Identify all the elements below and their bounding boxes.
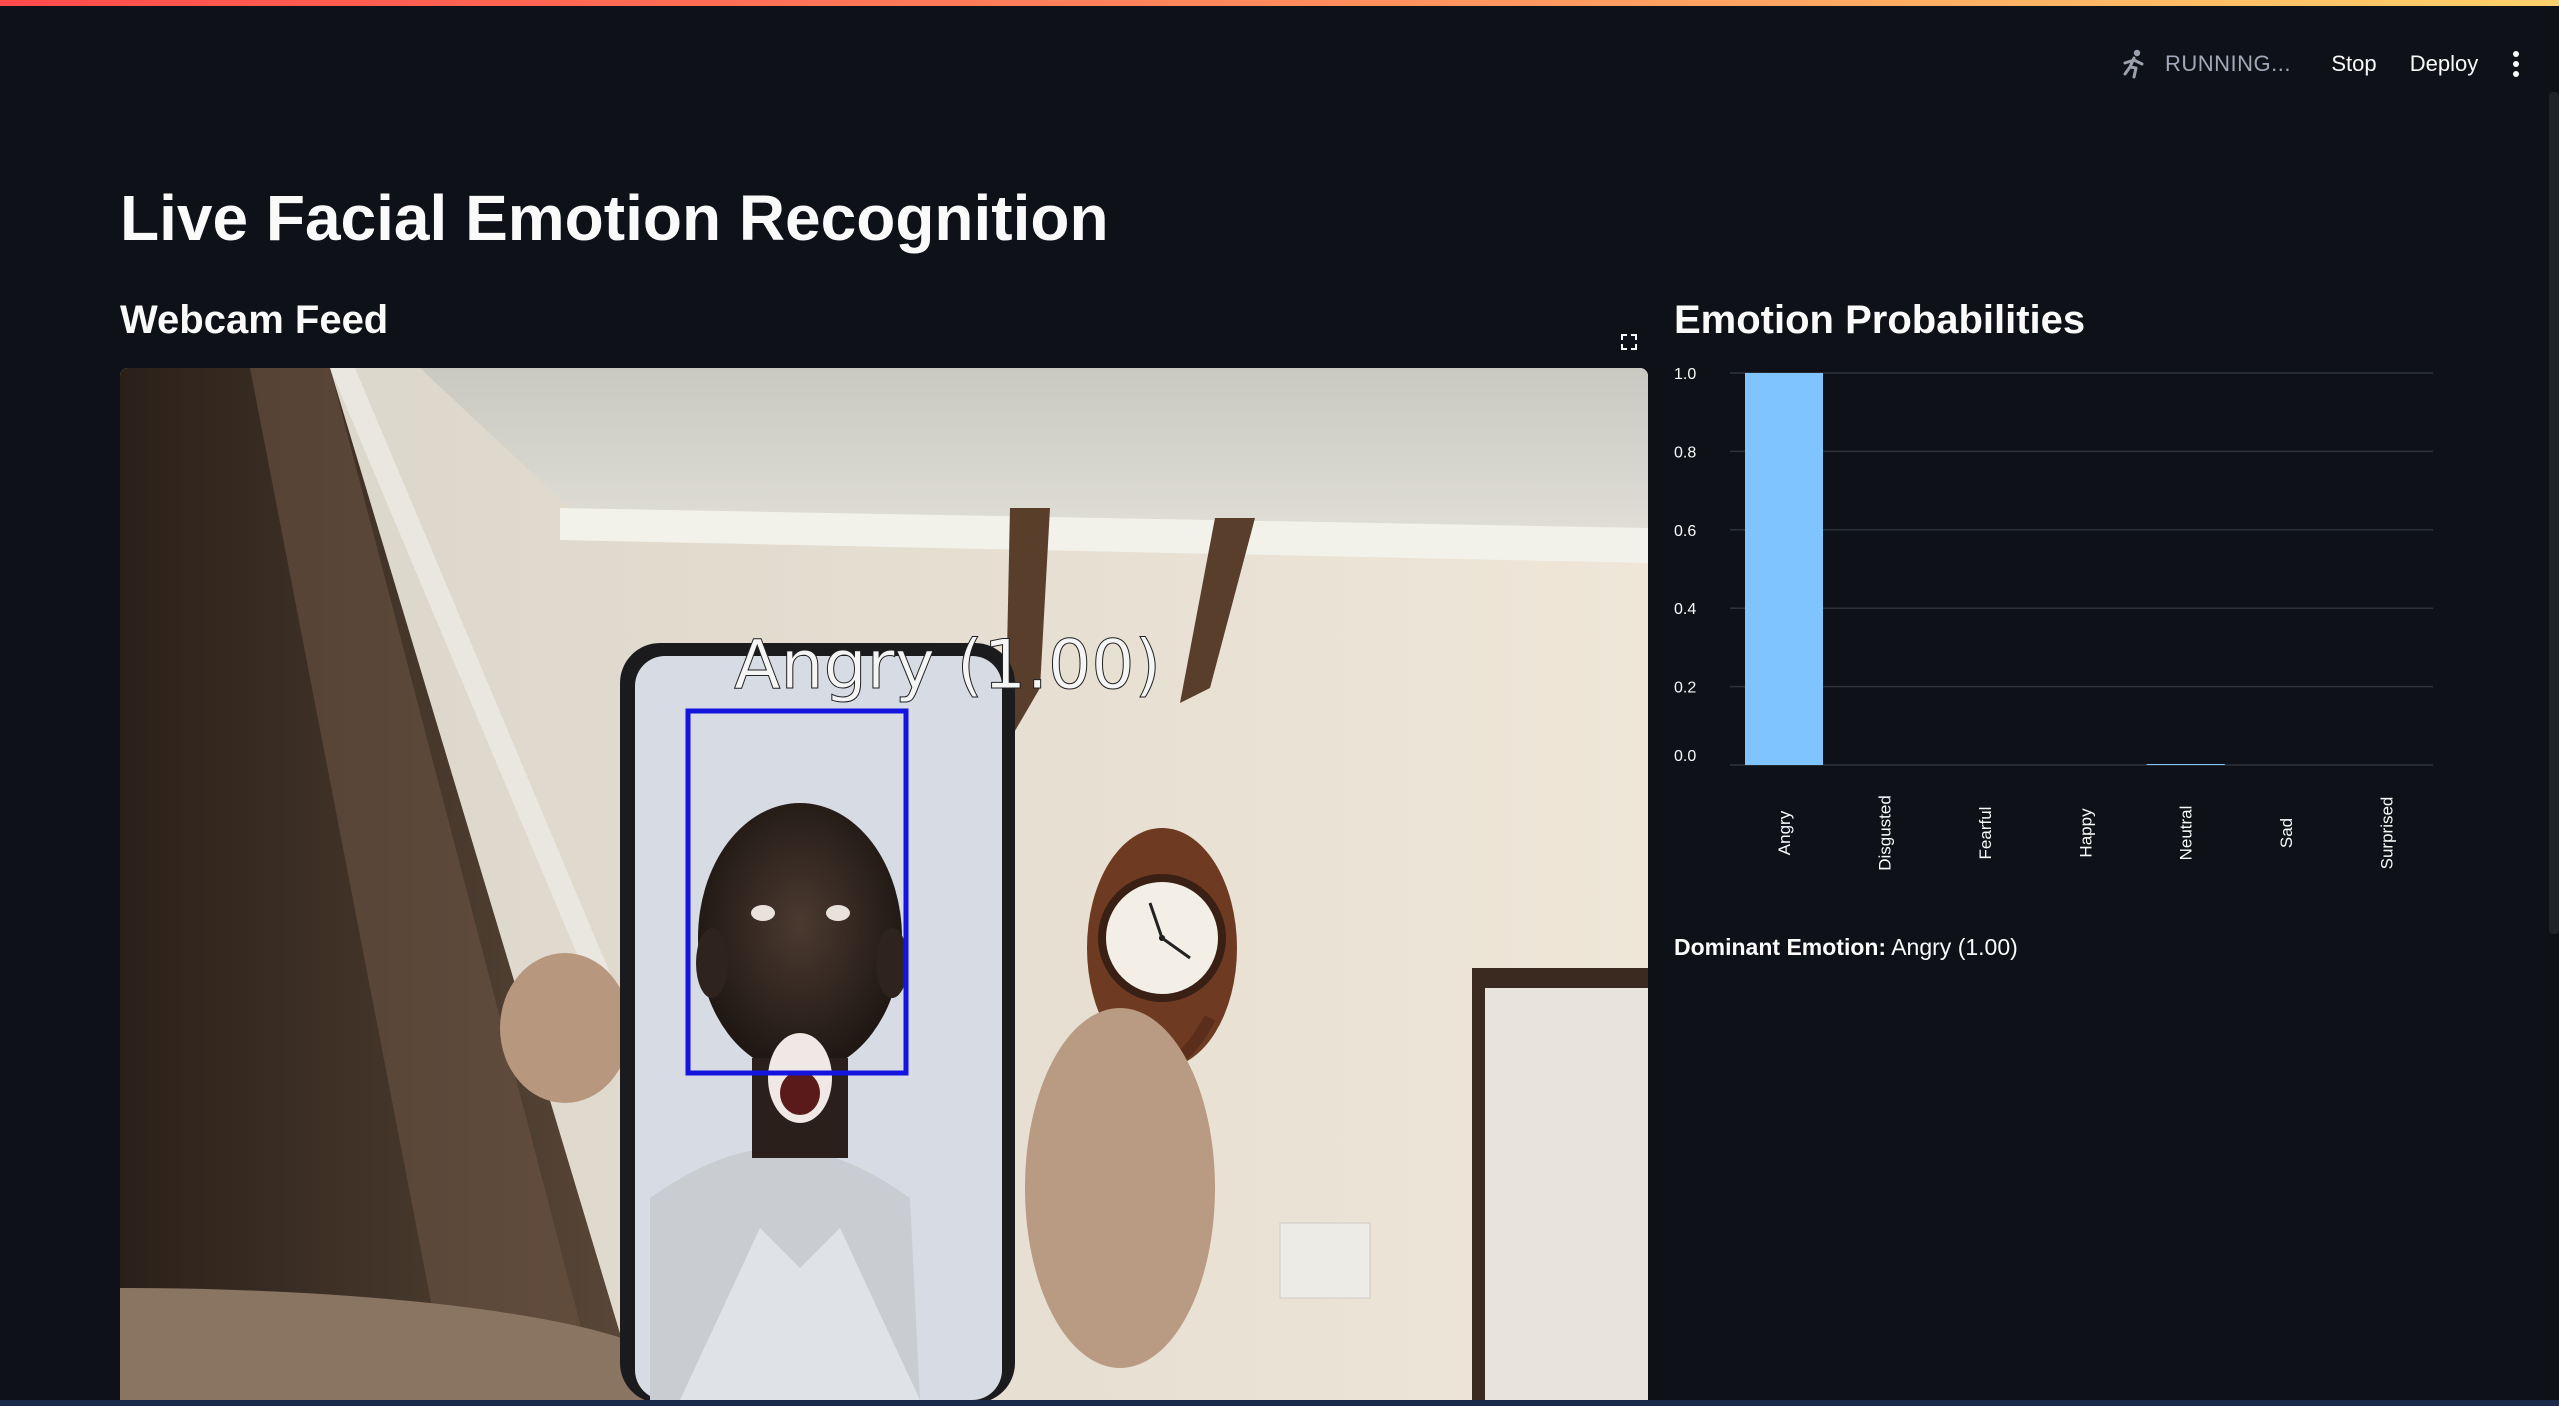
chart-section-title: Emotion Probabilities — [1674, 298, 2086, 342]
x-tick-label-fearful: Fearful — [1976, 807, 1995, 860]
x-tick-label-disgusted: Disgusted — [1875, 795, 1894, 871]
bottom-border — [0, 1400, 2559, 1406]
app-header: RUNNING... Stop Deploy — [0, 6, 2559, 110]
y-tick-label: 0.8 — [1674, 444, 1696, 461]
y-tick-label: 1.0 — [1674, 366, 1696, 383]
deploy-button[interactable]: Deploy — [2386, 42, 2502, 86]
dominant-emotion-label: Dominant Emotion: — [1674, 934, 1887, 960]
x-tick-label-surprised: Surprised — [2378, 797, 2397, 870]
emotion-probabilities-chart: 0.0 0.2 0.4 0.6 0.8 1.0 Angry Disgusted Fearful H… — [1660, 365, 2440, 885]
chart-bar-angry[interactable] — [1745, 373, 1823, 765]
emotion-overlay-label: Angry (1.00) — [734, 626, 1161, 705]
chart-bar-neutral[interactable] — [2146, 764, 2225, 765]
more-vertical-icon — [2513, 51, 2519, 77]
chart-canvas: 0.0 0.2 0.4 0.6 0.8 1.0 Angry Disgusted Fearful H… — [1674, 366, 2433, 871]
y-tick-label: 0.2 — [1674, 680, 1696, 697]
fullscreen-button[interactable] — [1613, 326, 1645, 358]
phone-in-hand — [620, 643, 1015, 1400]
y-tick-label: 0.0 — [1674, 748, 1696, 765]
x-tick-label-angry: Angry — [1775, 810, 1794, 855]
running-status-text: RUNNING... — [2165, 51, 2291, 76]
x-tick-label-happy: Happy — [2076, 808, 2095, 858]
webcam-frame: Angry (1.00) — [120, 368, 1648, 1400]
webcam-section-title: Webcam Feed — [120, 298, 389, 342]
y-tick-label: 0.6 — [1674, 523, 1696, 540]
x-tick-label-sad: Sad — [2277, 818, 2296, 848]
x-tick-label-neutral: Neutral — [2177, 806, 2196, 861]
fullscreen-icon — [1621, 334, 1637, 350]
dominant-emotion-value: Angry (1.00) — [1891, 934, 2018, 960]
webcam-feed: Angry (1.00) — [120, 368, 1648, 1400]
main-menu-button[interactable] — [2490, 42, 2542, 86]
dominant-emotion: Dominant Emotion: Angry (1.00) — [1674, 930, 2018, 964]
page-scrollbar[interactable] — [2549, 92, 2559, 934]
running-person-icon — [2123, 49, 2144, 79]
running-status: RUNNING... — [2117, 46, 2291, 82]
y-tick-label: 0.4 — [1674, 601, 1696, 618]
page-title: Live Facial Emotion Recognition — [120, 182, 1109, 254]
